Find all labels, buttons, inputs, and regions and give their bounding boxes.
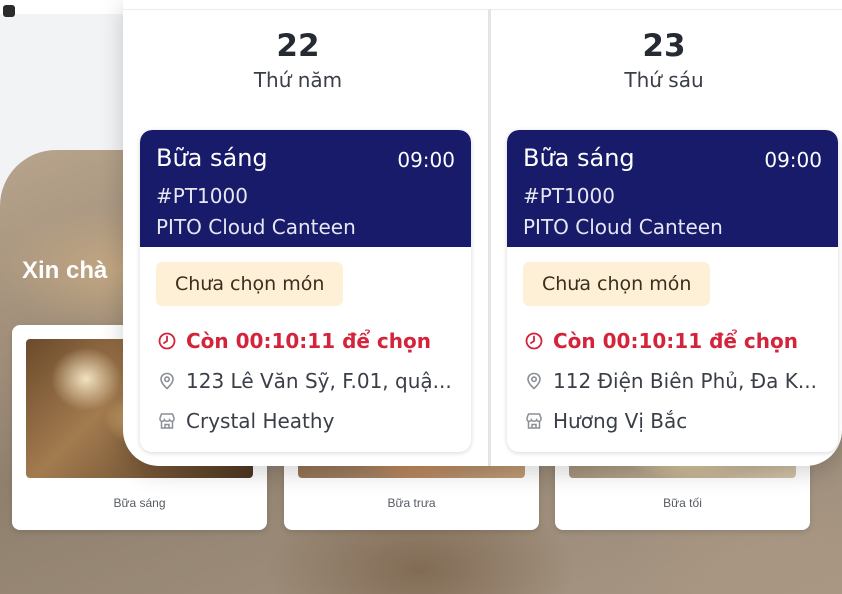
restaurant-name: Hương Vị Bắc (553, 409, 688, 433)
countdown-text: Còn 00:10:11 để chọn (553, 329, 798, 353)
clock-icon (523, 330, 545, 352)
meal-card-label: Bữa sáng (113, 496, 166, 510)
meal-card-label: Bữa tối (663, 496, 702, 510)
day-column: 23 Thứ sáu Bữa sáng 09:00 #PT1000 PITO C… (489, 0, 839, 466)
location-pin-icon (156, 370, 178, 392)
clock-icon (156, 330, 178, 352)
day-column: 22 Thứ năm Bữa sáng 09:00 #PT1000 PITO C… (123, 0, 473, 466)
order-code: #PT1000 (156, 184, 248, 208)
address-row: 123 Lê Văn Sỹ, F.01, quậ... (156, 368, 461, 394)
greeting-text: Xin chà (22, 257, 108, 284)
corner-mark (3, 5, 15, 17)
restaurant-row: Crystal Heathy (156, 408, 461, 434)
countdown-row: Còn 00:10:11 để chọn (156, 328, 461, 354)
day-number: 23 (642, 28, 686, 64)
address-text: 123 Lê Văn Sỹ, F.01, quậ... (186, 369, 452, 393)
order-card[interactable]: Bữa sáng 09:00 #PT1000 PITO Cloud Cantee… (507, 130, 838, 452)
order-schedule-popup: 22 Thứ năm Bữa sáng 09:00 #PT1000 PITO C… (123, 0, 842, 466)
order-card-header: Bữa sáng 09:00 #PT1000 PITO Cloud Cantee… (140, 130, 471, 247)
status-badge[interactable]: Chưa chọn món (523, 262, 711, 306)
store-icon (523, 410, 545, 432)
store-icon (156, 410, 178, 432)
meal-time: 09:00 (764, 148, 822, 172)
status-badge[interactable]: Chưa chọn món (156, 262, 344, 306)
countdown-row: Còn 00:10:11 để chọn (523, 328, 828, 354)
meal-type: Bữa sáng (523, 144, 635, 172)
canteen-name: PITO Cloud Canteen (156, 215, 356, 239)
restaurant-name: Crystal Heathy (186, 409, 335, 433)
meal-time: 09:00 (397, 148, 455, 172)
meal-card-label: Bữa trưa (387, 496, 436, 510)
order-card[interactable]: Bữa sáng 09:00 #PT1000 PITO Cloud Cantee… (140, 130, 471, 452)
restaurant-row: Hương Vị Bắc (523, 408, 828, 434)
countdown-text: Còn 00:10:11 để chọn (186, 329, 431, 353)
day-number: 22 (276, 28, 320, 64)
canteen-name: PITO Cloud Canteen (523, 215, 723, 239)
address-row: 112 Điện Biên Phủ, Đa K... (523, 368, 828, 394)
day-name: Thứ năm (253, 68, 343, 92)
order-card-header: Bữa sáng 09:00 #PT1000 PITO Cloud Cantee… (507, 130, 838, 247)
day-name: Thứ sáu (624, 68, 704, 92)
location-pin-icon (523, 370, 545, 392)
order-code: #PT1000 (523, 184, 615, 208)
address-text: 112 Điện Biên Phủ, Đa K... (553, 369, 817, 393)
meal-type: Bữa sáng (156, 144, 268, 172)
